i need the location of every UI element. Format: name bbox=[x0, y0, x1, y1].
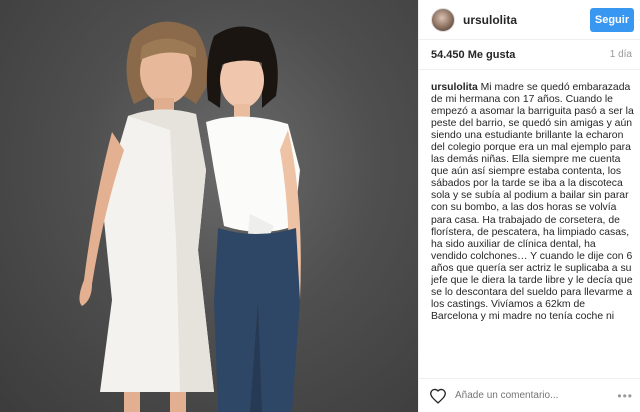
comment-bar: ••• bbox=[419, 378, 640, 412]
heart-icon[interactable] bbox=[429, 388, 447, 404]
timestamp[interactable]: 1 día bbox=[610, 49, 632, 60]
more-options-icon[interactable]: ••• bbox=[617, 389, 633, 403]
username-link[interactable]: ursulolita bbox=[463, 13, 590, 27]
follow-button[interactable]: Seguir bbox=[590, 7, 634, 32]
avatar[interactable] bbox=[431, 7, 455, 32]
instagram-post: ursulolita Seguir 54.450 Me gusta 1 día … bbox=[0, 0, 640, 412]
likes-row: 54.450 Me gusta 1 día bbox=[419, 40, 640, 70]
post-header: ursulolita Seguir bbox=[419, 0, 640, 40]
caption-text: Mi madre se quedó embarazada de mi herma… bbox=[431, 82, 634, 322]
post-photo[interactable] bbox=[0, 0, 418, 412]
caption: ursulolita Mi madre se quedó embarazada … bbox=[431, 82, 634, 372]
likes-count[interactable]: 54.450 Me gusta bbox=[431, 49, 515, 61]
comment-input[interactable] bbox=[455, 390, 618, 401]
post-sidebar: ursulolita Seguir 54.450 Me gusta 1 día … bbox=[418, 0, 640, 412]
photo-illustration bbox=[79, 21, 301, 412]
caption-author[interactable]: ursulolita bbox=[431, 82, 478, 93]
